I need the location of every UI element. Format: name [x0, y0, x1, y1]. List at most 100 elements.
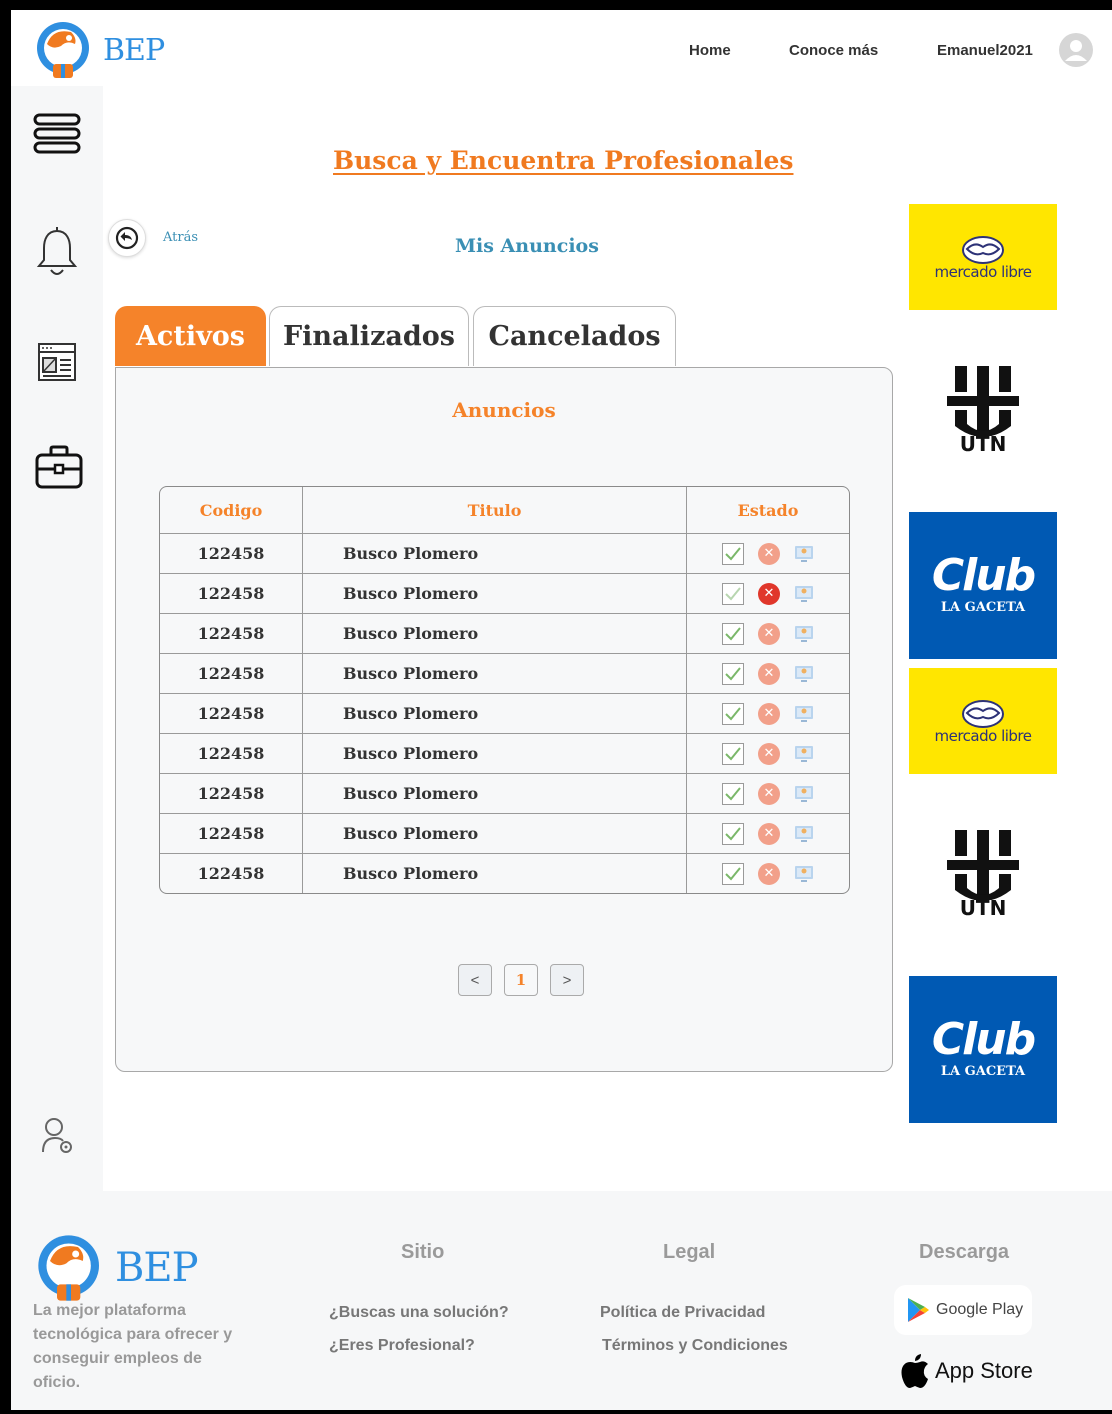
cell-estado: ✕ [687, 614, 849, 653]
footer-link-privacidad[interactable]: Política de Privacidad [600, 1304, 765, 1322]
cell-estado: ✕ [687, 574, 849, 613]
username-label[interactable]: Emanuel2021 [937, 42, 1033, 59]
view-monitor-icon[interactable] [794, 584, 814, 604]
footer-logo[interactable]: BEP [31, 1233, 199, 1303]
cell-codigo: 122458 [160, 614, 303, 653]
tab-cancelados[interactable]: Cancelados [473, 306, 676, 366]
cell-codigo: 122458 [160, 534, 303, 573]
approve-check-icon[interactable] [722, 782, 744, 805]
current-page-button[interactable]: 1 [504, 964, 538, 996]
ad-mercado-libre[interactable]: mercado libre [909, 204, 1057, 310]
column-header-codigo: Codigo [160, 487, 303, 533]
table-row[interactable]: 122458 Busco Plomero ✕ [160, 773, 849, 813]
footer-link-buscas-solucion[interactable]: ¿Buscas una solución? [329, 1304, 509, 1322]
cell-titulo: Busco Plomero [303, 574, 687, 613]
cancel-x-icon[interactable]: ✕ [758, 782, 780, 805]
bep-mascot-icon [38, 1235, 99, 1301]
table-row[interactable]: 122458 Busco Plomero ✕ [160, 813, 849, 853]
next-page-button[interactable]: > [550, 964, 584, 996]
approve-check-icon[interactable] [722, 622, 744, 645]
footer-link-terminos[interactable]: Términos y Condiciones [602, 1337, 788, 1355]
table-header-row: Codigo Titulo Estado [160, 487, 849, 533]
cell-codigo: 122458 [160, 854, 303, 893]
cell-codigo: 122458 [160, 574, 303, 613]
cancel-x-icon[interactable]: ✕ [758, 742, 780, 765]
tab-activos[interactable]: Activos [115, 306, 266, 366]
cancel-x-icon[interactable]: ✕ [758, 702, 780, 725]
section-subtitle: Mis Anuncios [455, 235, 599, 257]
cancel-x-icon[interactable]: ✕ [758, 542, 780, 565]
browser-window-icon[interactable] [37, 342, 77, 387]
pagination: < 1 > [458, 964, 584, 996]
cell-codigo: 122458 [160, 734, 303, 773]
ad-utn-text: UTN [959, 432, 1007, 456]
table-row[interactable]: 122458 Busco Plomero ✕ [160, 573, 849, 613]
approve-check-icon[interactable] [722, 662, 744, 685]
approve-check-icon[interactable] [722, 542, 744, 565]
ad-club-la-gaceta[interactable]: Club LA GACETA [909, 512, 1057, 659]
page-title: Busca y Encuentra Profesionales [333, 146, 794, 175]
utn-logo-icon [947, 830, 1019, 900]
column-header-estado: Estado [737, 500, 799, 520]
cancel-x-icon[interactable]: ✕ [758, 662, 780, 685]
cancel-x-icon[interactable]: ✕ [758, 582, 780, 605]
back-button[interactable] [108, 219, 146, 257]
ad-mercado-libre-text: mercado libre [934, 263, 1032, 281]
approve-check-icon[interactable] [722, 582, 744, 605]
briefcase-icon[interactable] [35, 444, 83, 495]
cancel-x-icon[interactable]: ✕ [758, 862, 780, 885]
app-store-button[interactable]: App Store [899, 1348, 1033, 1394]
cell-titulo: Busco Plomero [303, 534, 687, 573]
view-monitor-icon[interactable] [794, 544, 814, 564]
cancel-x-icon[interactable]: ✕ [758, 822, 780, 845]
cell-codigo: 122458 [160, 654, 303, 693]
cell-codigo: 122458 [160, 774, 303, 813]
nav-conoce-mas-link[interactable]: Conoce más [789, 42, 878, 59]
view-monitor-icon[interactable] [794, 744, 814, 764]
view-monitor-icon[interactable] [794, 864, 814, 884]
cell-titulo: Busco Plomero [303, 774, 687, 813]
cancel-x-icon[interactable]: ✕ [758, 622, 780, 645]
prev-page-button[interactable]: < [458, 964, 492, 996]
bell-icon[interactable] [35, 226, 79, 285]
view-monitor-icon[interactable] [794, 784, 814, 804]
tab-finalizados[interactable]: Finalizados [269, 306, 469, 366]
cell-estado: ✕ [687, 534, 849, 573]
table-row[interactable]: 122458 Busco Plomero ✕ [160, 733, 849, 773]
cell-codigo: 122458 [160, 694, 303, 733]
approve-check-icon[interactable] [722, 822, 744, 845]
ad-club-la-gaceta-2[interactable]: Club LA GACETA [909, 976, 1057, 1123]
ad-club-text: Club [931, 550, 1036, 601]
approve-check-icon[interactable] [722, 742, 744, 765]
cell-titulo: Busco Plomero [303, 734, 687, 773]
table-row[interactable]: 122458 Busco Plomero ✕ [160, 853, 849, 893]
footer-heading-legal: Legal [663, 1241, 716, 1263]
table-row[interactable]: 122458 Busco Plomero ✕ [160, 693, 849, 733]
cell-codigo: 122458 [160, 814, 303, 853]
back-label[interactable]: Atrás [163, 230, 198, 245]
table-row[interactable]: 122458 Busco Plomero ✕ [160, 613, 849, 653]
sidebar [11, 86, 103, 1191]
cell-estado: ✕ [687, 854, 849, 893]
approve-check-icon[interactable] [722, 862, 744, 885]
view-monitor-icon[interactable] [794, 664, 814, 684]
nav-home-link[interactable]: Home [689, 42, 731, 59]
ad-mercado-libre-text: mercado libre [934, 727, 1032, 745]
table-row[interactable]: 122458 Busco Plomero ✕ [160, 533, 849, 573]
footer-link-eres-profesional[interactable]: ¿Eres Profesional? [329, 1337, 475, 1355]
approve-check-icon[interactable] [722, 702, 744, 725]
column-header-titulo: Titulo [303, 487, 687, 533]
google-play-button[interactable]: Google Play [894, 1285, 1032, 1335]
bep-logo[interactable]: BEP [31, 20, 165, 80]
ad-utn-2[interactable]: UTN [909, 820, 1057, 930]
view-monitor-icon[interactable] [794, 704, 814, 724]
view-monitor-icon[interactable] [794, 824, 814, 844]
menu-icon[interactable] [33, 112, 81, 161]
user-settings-icon[interactable] [41, 1116, 75, 1161]
anuncios-panel: Anuncios Codigo Titulo Estado 122458 Busc… [115, 367, 893, 1072]
table-row[interactable]: 122458 Busco Plomero ✕ [160, 653, 849, 693]
view-monitor-icon[interactable] [794, 624, 814, 644]
ad-mercado-libre-2[interactable]: mercado libre [909, 668, 1057, 774]
ad-utn[interactable]: UTN [909, 356, 1057, 466]
avatar[interactable] [1059, 33, 1093, 67]
